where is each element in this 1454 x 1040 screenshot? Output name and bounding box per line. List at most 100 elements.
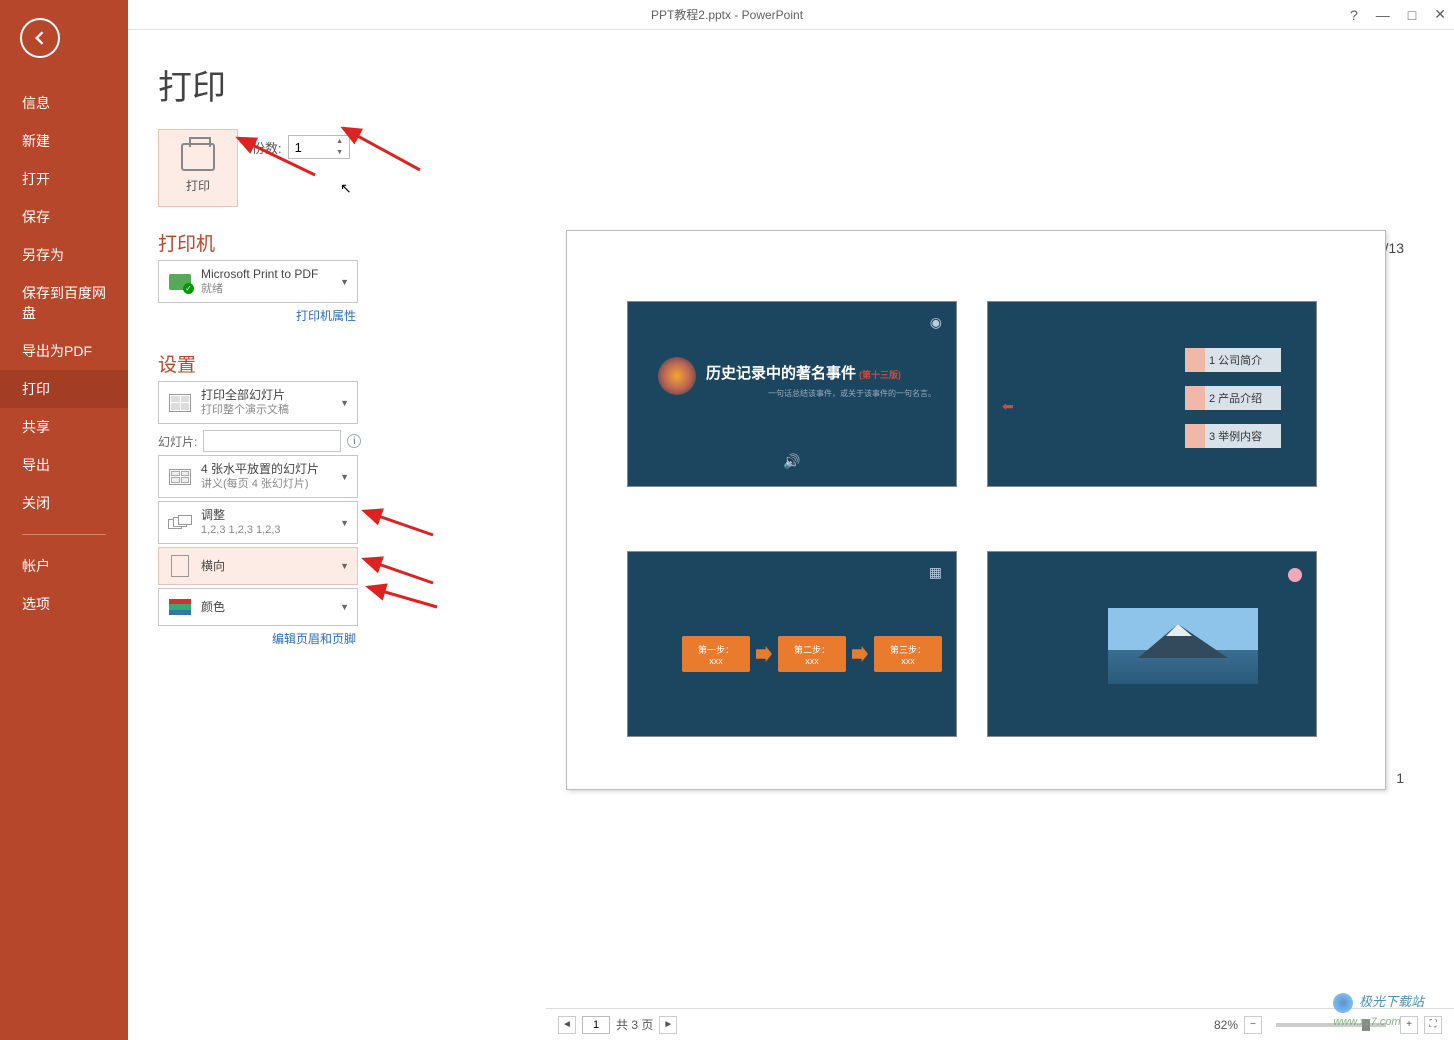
minimize-button[interactable]: —: [1376, 7, 1390, 23]
layout-selector[interactable]: 4 张水平放置的幻灯片 讲义(每页 4 张幻灯片) ▼: [158, 455, 358, 498]
slides-all-icon: [169, 394, 191, 412]
slide3-step-3: 第三步：xxx: [874, 636, 942, 672]
print-button-label: 打印: [186, 177, 210, 194]
print-range-selector[interactable]: 打印全部幻灯片 打印整个演示文稿 ▼: [158, 381, 358, 424]
collate-line2: 1,2,3 1,2,3 1,2,3: [201, 523, 281, 538]
nav-share[interactable]: 共享: [0, 408, 128, 446]
color-selector[interactable]: 颜色 ▼: [158, 588, 358, 626]
globe-icon: [658, 357, 696, 395]
slide2-item-1: 1 公司简介: [1185, 348, 1281, 372]
help-icon[interactable]: ?: [1350, 7, 1358, 23]
maximize-button[interactable]: □: [1408, 7, 1416, 23]
chevron-down-icon: ▼: [340, 398, 349, 408]
chevron-down-icon: ▼: [340, 518, 349, 528]
preview-page: ◉ 历史记录中的著名事件(第十三版) 一句话总结该事件，或关于该事件的一句名言。…: [566, 230, 1386, 790]
snow-icon: [1166, 624, 1192, 636]
speaker-icon: 🔊: [783, 453, 800, 470]
print-button[interactable]: 打印: [158, 129, 238, 207]
window-title: PPT教程2.pptx - PowerPoint: [651, 6, 803, 23]
slide1-subtitle: 一句话总结该事件，或关于该事件的一句名言。: [768, 388, 936, 399]
nav-close[interactable]: 关闭: [0, 484, 128, 522]
spinner-down-icon[interactable]: ▼: [333, 147, 347, 158]
slides-input[interactable]: [203, 430, 341, 452]
orientation-line1: 横向: [201, 558, 225, 574]
back-button[interactable]: [20, 18, 60, 58]
slide2-item-3: 3 举例内容: [1185, 424, 1281, 448]
preview-page-number: 1: [1396, 770, 1404, 786]
prev-page-button[interactable]: ◄: [558, 1016, 576, 1034]
calendar-icon: ▦: [929, 564, 942, 581]
printer-status: 就绪: [201, 282, 318, 297]
zoom-in-button[interactable]: +: [1400, 1016, 1418, 1034]
printer-selector[interactable]: Microsoft Print to PDF 就绪 ▼: [158, 260, 358, 303]
main-panel: 打印 打印 份数: 1 ▲▼ ↖ 打印机 i Microsoft Print t…: [128, 30, 1454, 1040]
fit-page-button[interactable]: ⛶: [1424, 1016, 1442, 1034]
nav-saveas[interactable]: 另存为: [0, 236, 128, 274]
arrow-right-icon: [756, 646, 772, 662]
arrow-right-icon: [852, 646, 868, 662]
printer-icon: [181, 143, 215, 171]
printer-properties-link[interactable]: 打印机属性: [158, 303, 358, 328]
nav-export-pdf[interactable]: 导出为PDF: [0, 332, 128, 370]
printer-name: Microsoft Print to PDF: [201, 266, 318, 282]
slide3-step-2: 第二步：xxx: [778, 636, 846, 672]
nav-account[interactable]: 帐户: [0, 547, 128, 585]
slide-thumbnail-3: ▦ 第一步：xxx 第二步：xxx 第三步：xxx: [627, 551, 957, 737]
status-bar: ◄ 共 3 页 ► 82% − + ⛶: [546, 1008, 1454, 1040]
nav-options[interactable]: 选项: [0, 585, 128, 623]
collate-icon: [168, 515, 192, 531]
color-icon: [169, 599, 191, 615]
print-preview: 2023/3/13 ◉ 历史记录中的著名事件(第十三版) 一句话总结该事件，或关…: [546, 90, 1434, 1000]
collate-selector[interactable]: 调整 1,2,3 1,2,3 1,2,3 ▼: [158, 501, 358, 544]
layout-line2: 讲义(每页 4 张幻灯片): [201, 477, 319, 492]
eye-icon: ◉: [930, 314, 942, 331]
slide2-item-2: 2 产品介绍: [1185, 386, 1281, 410]
nav-save-baidu[interactable]: 保存到百度网盘: [0, 274, 128, 332]
header-footer-link[interactable]: 编辑页眉和页脚: [158, 626, 358, 651]
info-icon[interactable]: i: [347, 434, 361, 448]
zoom-slider[interactable]: [1276, 1023, 1386, 1027]
chevron-down-icon: ▼: [340, 602, 349, 612]
chevron-down-icon: ▼: [340, 472, 349, 482]
zoom-out-button[interactable]: −: [1244, 1016, 1262, 1034]
chevron-down-icon: ▼: [340, 277, 349, 287]
arrow-left-icon: [30, 28, 50, 48]
backstage-sidebar: 信息 新建 打开 保存 另存为 保存到百度网盘 导出为PDF 打印 共享 导出 …: [0, 0, 128, 1040]
slide3-step-1: 第一步：xxx: [682, 636, 750, 672]
nav-info[interactable]: 信息: [0, 84, 128, 122]
close-button[interactable]: ✕: [1434, 6, 1446, 23]
arrow-left-icon: ⬅: [1002, 398, 1014, 415]
collate-line1: 调整: [201, 507, 281, 523]
dot-icon: [1288, 568, 1302, 582]
layout-line1: 4 张水平放置的幻灯片: [201, 461, 319, 477]
titlebar: PPT教程2.pptx - PowerPoint ? — □ ✕: [0, 0, 1454, 30]
nav-print[interactable]: 打印: [0, 370, 128, 408]
layout-4h-icon: [169, 469, 191, 485]
slide-thumbnail-2: ⬅ 1 公司简介 2 产品介绍 3 举例内容: [987, 301, 1317, 487]
slides-label: 幻灯片:: [158, 433, 197, 450]
chevron-down-icon: ▼: [340, 561, 349, 571]
nav-open[interactable]: 打开: [0, 160, 128, 198]
orientation-icon: [171, 555, 189, 577]
print-range-line1: 打印全部幻灯片: [201, 387, 289, 403]
nav-export[interactable]: 导出: [0, 446, 128, 484]
print-range-line2: 打印整个演示文稿: [201, 403, 289, 418]
orientation-selector[interactable]: 横向 ▼: [158, 547, 358, 585]
printer-status-icon: [169, 274, 191, 290]
next-page-button[interactable]: ►: [659, 1016, 677, 1034]
nav-save[interactable]: 保存: [0, 198, 128, 236]
slide-thumbnail-4: [987, 551, 1317, 737]
page-total-label: 共 3 页: [616, 1016, 653, 1033]
copies-value: 1: [295, 140, 302, 155]
zoom-percent: 82%: [1214, 1018, 1238, 1032]
slide1-title: 历史记录中的著名事件(第十三版): [706, 362, 901, 383]
slide-thumbnail-1: ◉ 历史记录中的著名事件(第十三版) 一句话总结该事件，或关于该事件的一句名言。…: [627, 301, 957, 487]
copies-label: 份数:: [252, 138, 282, 157]
color-line1: 颜色: [201, 599, 225, 615]
spinner-up-icon[interactable]: ▲: [333, 136, 347, 147]
copies-spinner[interactable]: 1 ▲▼: [288, 135, 350, 159]
nav-divider: [22, 534, 106, 535]
nav-list: 信息 新建 打开 保存 另存为 保存到百度网盘 导出为PDF 打印 共享 导出 …: [0, 84, 128, 623]
nav-new[interactable]: 新建: [0, 122, 128, 160]
page-input[interactable]: [582, 1016, 610, 1034]
